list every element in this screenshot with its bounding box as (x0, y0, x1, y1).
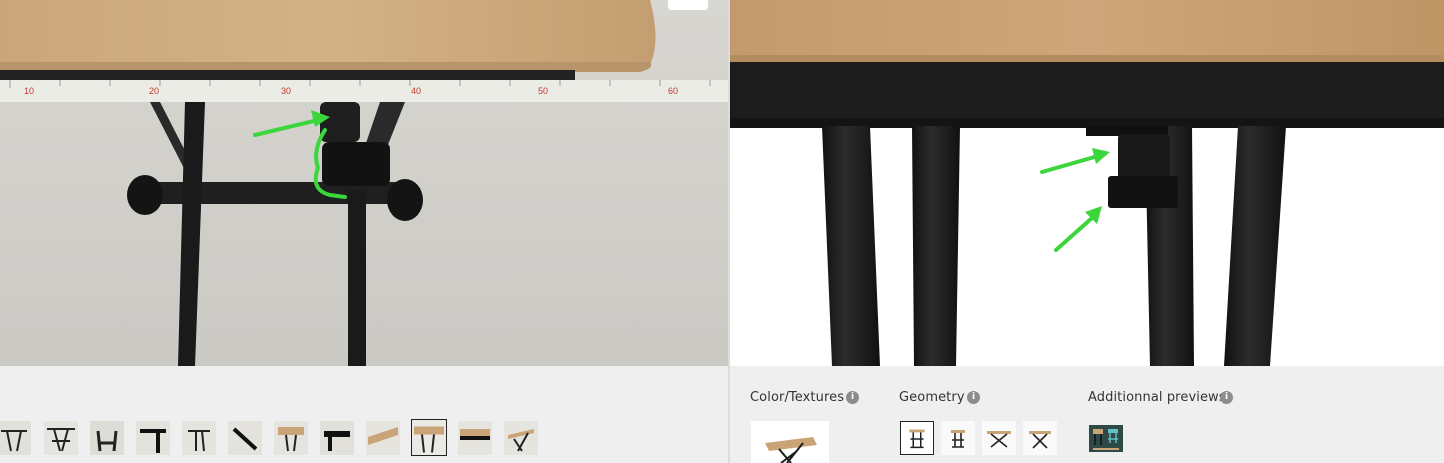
tape-label-40: 40 (411, 86, 421, 96)
tabletop (0, 0, 656, 68)
thumbnail-8[interactable] (320, 421, 354, 455)
tape-label-60: 60 (668, 86, 678, 96)
product-render (730, 0, 1444, 366)
thumbnail-3[interactable] (90, 421, 124, 455)
thumbnail-1[interactable] (0, 421, 31, 455)
texture-swatch-oak[interactable] (751, 421, 829, 463)
tape-label-50: 50 (538, 86, 548, 96)
thumbnail-11[interactable] (458, 421, 492, 455)
thumbnail-2[interactable] (44, 421, 78, 455)
tape-label-20: 20 (149, 86, 159, 96)
thumbnail-7[interactable] (274, 421, 308, 455)
thumbnail-10[interactable] (411, 419, 447, 456)
product-photo: 10 20 30 40 50 60 (0, 0, 728, 366)
additional-previews-label: Additionnal previews (1088, 390, 1226, 405)
thumbnail-12[interactable] (504, 421, 538, 455)
geometry-info-icon[interactable]: i (967, 391, 980, 404)
thumbnail-strip (0, 418, 728, 463)
geometry-option-3[interactable] (982, 421, 1016, 455)
geometry-option-2[interactable] (941, 421, 975, 455)
additional-previews-info-icon[interactable]: i (1220, 391, 1233, 404)
thumbnail-6[interactable] (228, 421, 262, 455)
tape-label-10: 10 (24, 86, 34, 96)
tape-measure (0, 80, 728, 102)
render-lever (1108, 176, 1178, 208)
left-image-viewer: 10 20 30 40 50 60 (0, 0, 728, 463)
lever (322, 142, 390, 186)
thumbnail-5[interactable] (182, 421, 216, 455)
render-tabletop (730, 0, 1444, 62)
geometry-option-4[interactable] (1023, 421, 1057, 455)
additional-preview-thumbnail[interactable] (1089, 425, 1123, 452)
color-textures-info-icon[interactable]: i (846, 391, 859, 404)
thumbnail-9[interactable] (366, 421, 400, 455)
corner-button[interactable] (668, 0, 708, 10)
color-textures-label: Color/Textures (750, 390, 845, 405)
render-leg-2 (912, 126, 960, 366)
geometry-label: Geometry (899, 390, 965, 405)
render-leg-1 (822, 126, 880, 366)
geometry-option-1[interactable] (900, 421, 934, 455)
leg-right (348, 190, 366, 366)
tape-label-30: 30 (281, 86, 291, 96)
thumbnail-4[interactable] (136, 421, 170, 455)
